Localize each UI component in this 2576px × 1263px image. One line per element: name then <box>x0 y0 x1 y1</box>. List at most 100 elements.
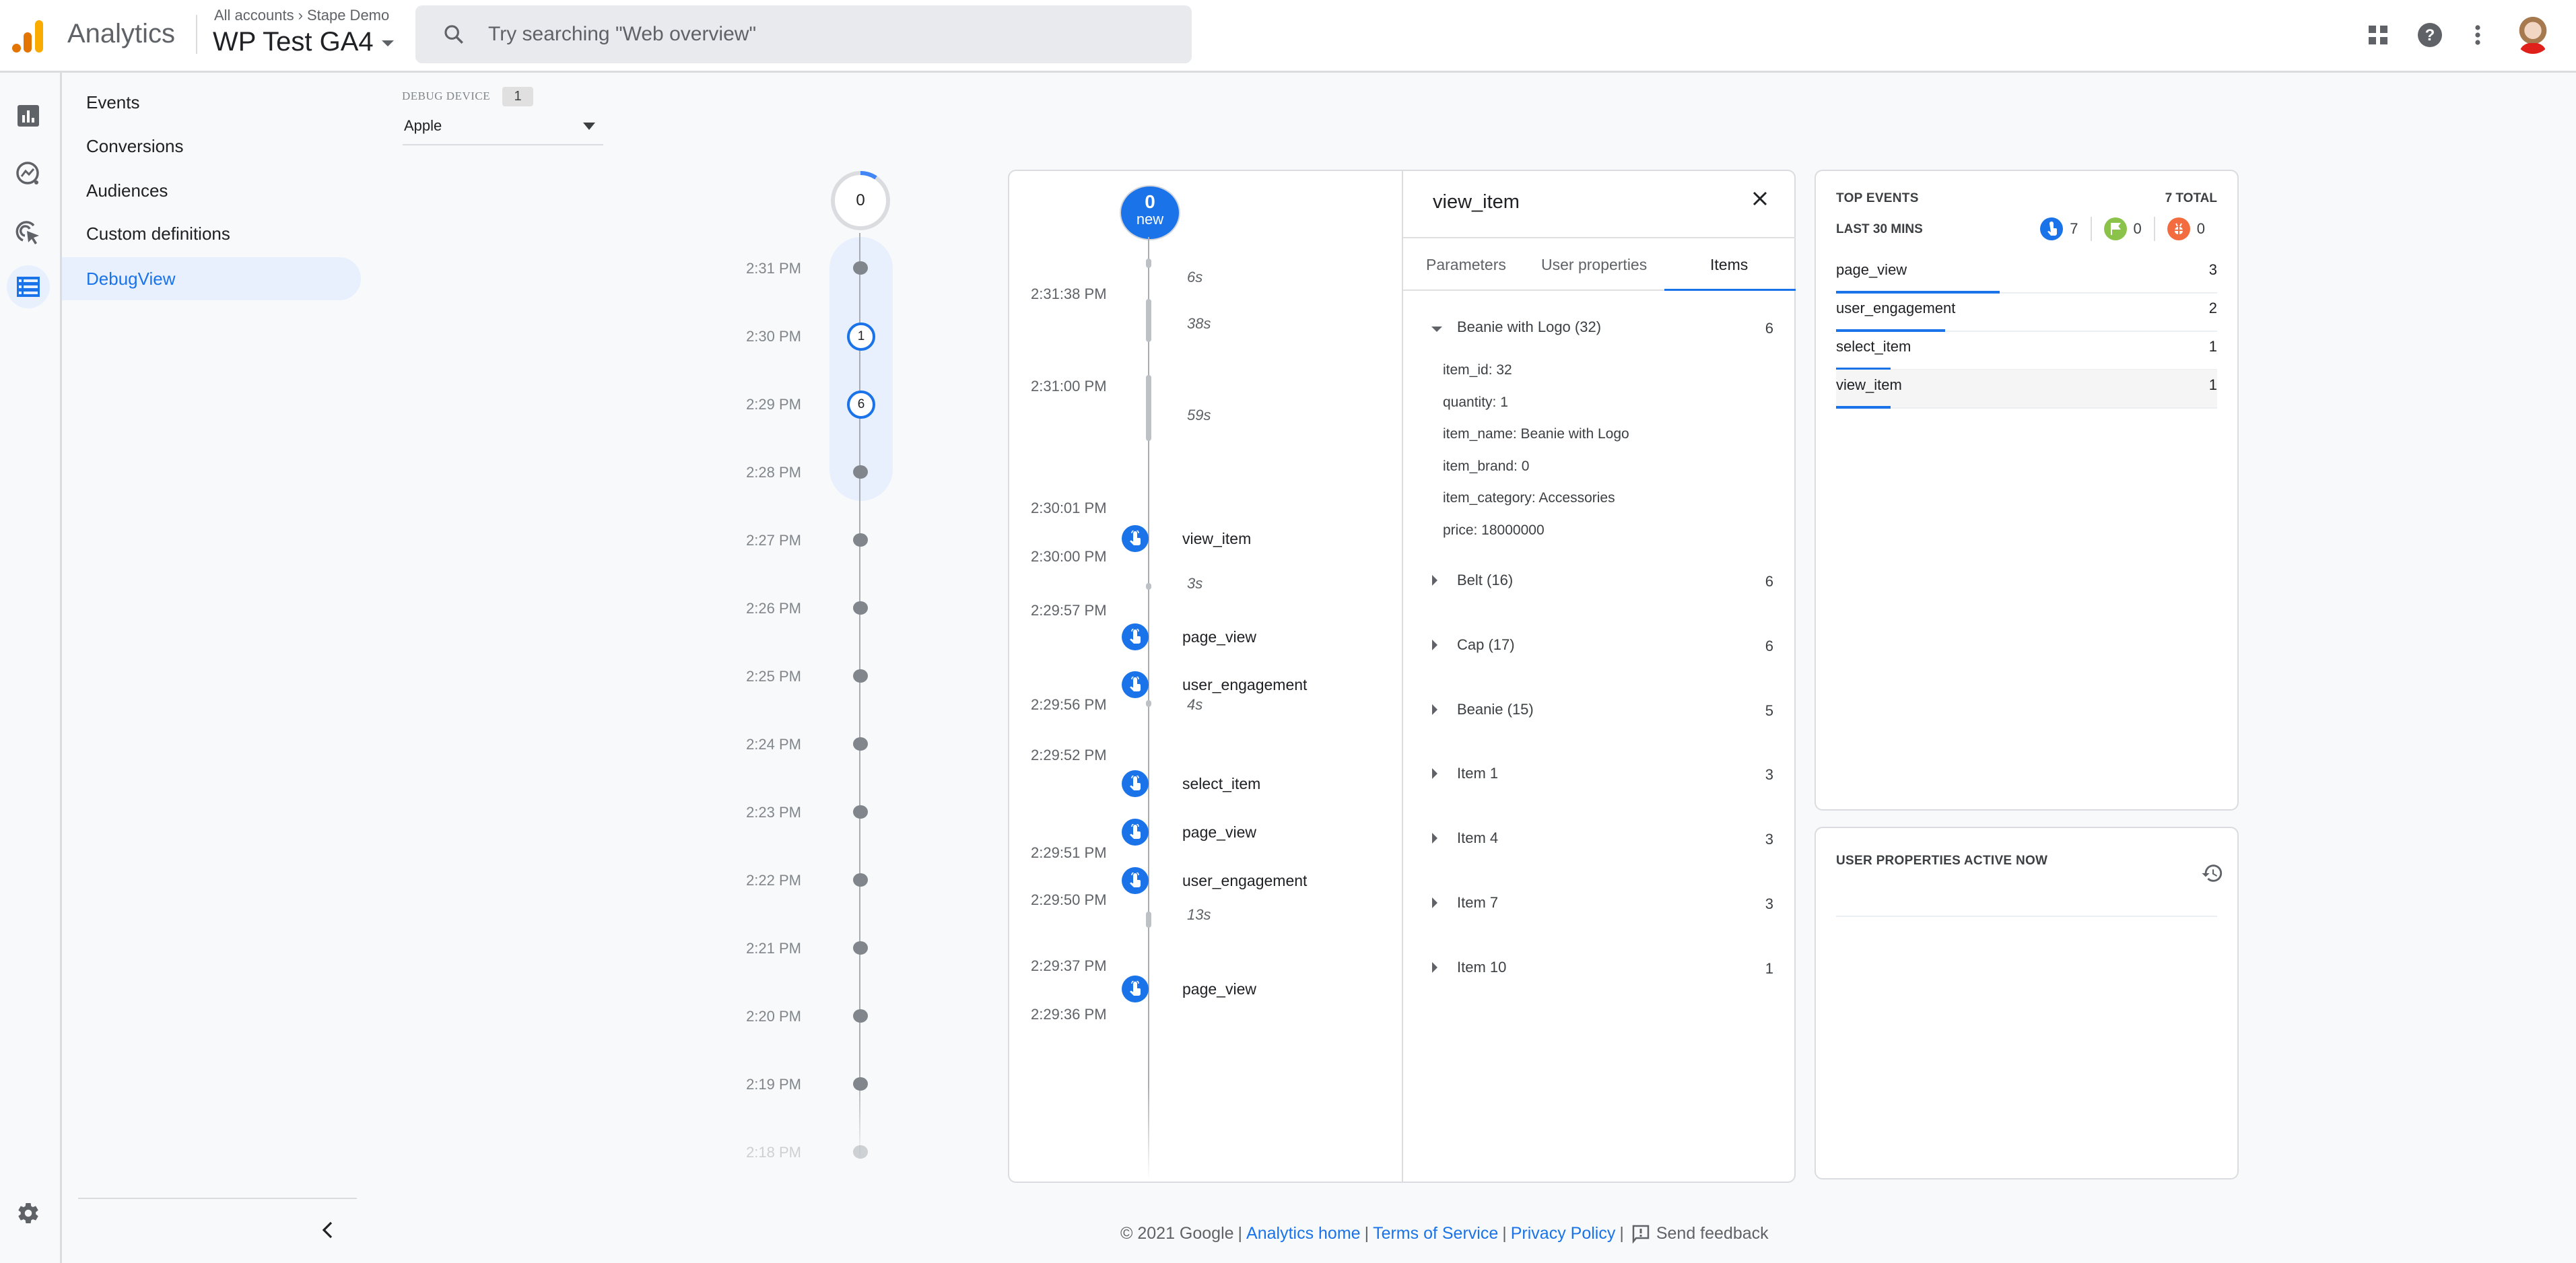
minute-row[interactable]: 2:23 PM <box>727 798 929 825</box>
help-icon[interactable]: ? <box>2415 20 2445 50</box>
minute-dot[interactable] <box>853 261 868 275</box>
active-tab-indicator <box>1664 289 1796 291</box>
apps-grid-icon[interactable] <box>2363 20 2393 50</box>
nav-item-audiences[interactable]: Audiences <box>62 169 361 212</box>
new-events-bubble[interactable]: 0 new <box>1120 185 1180 240</box>
minute-row[interactable]: 2:24 PM <box>727 730 929 757</box>
expand-more-icon[interactable] <box>1430 767 1439 784</box>
top-event-row[interactable]: page_view 3 <box>1836 254 2217 294</box>
minute-row[interactable]: 2:31 PM <box>727 254 929 281</box>
configure-icon[interactable] <box>7 265 50 308</box>
privacy-link[interactable]: Privacy Policy <box>1511 1224 1616 1243</box>
settings-icon[interactable] <box>7 1192 50 1235</box>
item-row[interactable]: Belt (16) 6 <box>1430 568 1773 594</box>
minute-dot[interactable] <box>853 941 868 955</box>
stream-event[interactable]: page_view <box>1122 817 1256 847</box>
expand-more-icon[interactable] <box>1430 831 1439 849</box>
minute-dot[interactable] <box>853 533 868 547</box>
stream-gap-label: 38s <box>1187 315 1211 332</box>
minute-row[interactable]: 2:18 PM <box>727 1138 929 1165</box>
tab-user-properties[interactable]: User properties <box>1541 256 1647 274</box>
minute-row[interactable]: 2:30 PM 1 <box>727 322 929 351</box>
breadcrumb-account[interactable]: Stape Demo <box>307 7 389 24</box>
advertising-icon[interactable] <box>7 211 50 254</box>
minute-row[interactable]: 2:28 PM <box>727 458 929 485</box>
top-event-row[interactable]: user_engagement 2 <box>1836 293 2217 332</box>
stream-timestamp: 2:29:37 PM <box>1031 957 1107 974</box>
stream-event[interactable]: user_engagement <box>1122 670 1307 699</box>
top-event-row[interactable]: select_item 1 <box>1836 331 2217 370</box>
item-row[interactable]: Beanie with Logo (32) 6 <box>1430 314 1773 341</box>
minute-dot[interactable] <box>853 873 868 887</box>
expand-less-icon[interactable] <box>1430 320 1444 338</box>
reports-icon[interactable] <box>7 94 50 137</box>
minute-row[interactable]: 2:19 PM <box>727 1070 929 1097</box>
nav-item-custom-definitions[interactable]: Custom definitions <box>62 212 361 255</box>
debug-device-select[interactable]: Apple <box>403 113 603 145</box>
nav-item-conversions[interactable]: Conversions <box>62 125 361 168</box>
top-event-row[interactable]: view_item 1 <box>1836 370 2217 409</box>
minute-row[interactable]: 2:29 PM 6 <box>727 390 929 419</box>
analytics-home-link[interactable]: Analytics home <box>1246 1224 1361 1243</box>
nav-item-events[interactable]: Events <box>62 81 361 124</box>
search-bar[interactable] <box>415 5 1192 63</box>
nav-item-debugview[interactable]: DebugView <box>62 257 361 300</box>
item-row[interactable]: Cap (17) 6 <box>1430 632 1773 659</box>
stream-event[interactable]: select_item <box>1122 769 1260 798</box>
close-icon[interactable] <box>1751 190 1769 211</box>
minute-event-count[interactable]: 6 <box>847 390 875 419</box>
minute-dot[interactable] <box>853 1145 868 1159</box>
search-input[interactable] <box>488 23 1094 46</box>
minute-dot[interactable] <box>853 669 868 683</box>
minute-row[interactable]: 2:22 PM <box>727 866 929 893</box>
expand-more-icon[interactable] <box>1430 703 1439 720</box>
expand-more-icon[interactable] <box>1430 574 1439 591</box>
minute-dot[interactable] <box>853 737 868 751</box>
minute-row[interactable]: 2:20 PM <box>727 1002 929 1029</box>
stream-event-name: user_engagement <box>1182 871 1308 889</box>
chevron-left-icon[interactable] <box>319 1220 337 1243</box>
minute-time: 2:26 PM <box>746 600 801 617</box>
top-event-name: user_engagement <box>1836 300 1956 316</box>
minute-row[interactable]: 2:27 PM <box>727 526 929 553</box>
minute-event-count[interactable]: 1 <box>847 322 875 351</box>
property-selector[interactable]: WP Test GA4 <box>213 27 394 57</box>
explore-icon[interactable] <box>7 152 50 195</box>
expand-more-icon[interactable] <box>1430 961 1439 978</box>
tab-items[interactable]: Items <box>1710 256 1748 274</box>
stream-event[interactable]: page_view <box>1122 974 1256 1004</box>
stream-gap-marker <box>1146 259 1151 268</box>
breadcrumb[interactable]: All accounts › Stape Demo <box>214 7 389 24</box>
tab-parameters[interactable]: Parameters <box>1426 256 1506 274</box>
breadcrumb-all-accounts[interactable]: All accounts <box>214 7 294 24</box>
event-touch-icon <box>1122 623 1149 650</box>
stream-event[interactable]: user_engagement <box>1122 866 1307 895</box>
item-row[interactable]: Item 1 3 <box>1430 761 1773 788</box>
minute-row[interactable]: 2:21 PM <box>727 934 929 961</box>
minute-dot[interactable] <box>853 1077 868 1091</box>
terms-link[interactable]: Terms of Service <box>1373 1224 1498 1243</box>
item-row[interactable]: Item 4 3 <box>1430 825 1773 852</box>
minute-dot[interactable] <box>853 601 868 615</box>
minute-dot[interactable] <box>853 805 868 819</box>
more-vert-icon[interactable] <box>2463 20 2493 50</box>
debug-device-label: DEBUG DEVICE <box>402 90 491 102</box>
account-avatar[interactable] <box>2514 16 2552 54</box>
stream-event[interactable]: page_view <box>1122 622 1256 652</box>
send-feedback-button[interactable]: Send feedback <box>1632 1224 1769 1243</box>
item-row[interactable]: Beanie (15) 5 <box>1430 697 1773 724</box>
minute-row[interactable]: 2:26 PM <box>727 594 929 621</box>
item-row[interactable]: Item 10 1 <box>1430 955 1773 982</box>
minute-row[interactable]: 2:25 PM <box>727 662 929 689</box>
minute-dot[interactable] <box>853 1009 868 1023</box>
item-row[interactable]: Item 7 3 <box>1430 890 1773 917</box>
event-touch-icon <box>1122 671 1149 698</box>
item-name: Beanie with Logo (32) <box>1457 318 1602 335</box>
history-icon[interactable] <box>2201 862 2224 888</box>
stream-event[interactable]: view_item <box>1122 524 1251 553</box>
analytics-logo-icon[interactable] <box>12 20 47 53</box>
minute-time: 2:31 PM <box>746 260 801 277</box>
minute-dot[interactable] <box>853 465 868 479</box>
expand-more-icon[interactable] <box>1430 638 1439 656</box>
expand-more-icon[interactable] <box>1430 896 1439 914</box>
